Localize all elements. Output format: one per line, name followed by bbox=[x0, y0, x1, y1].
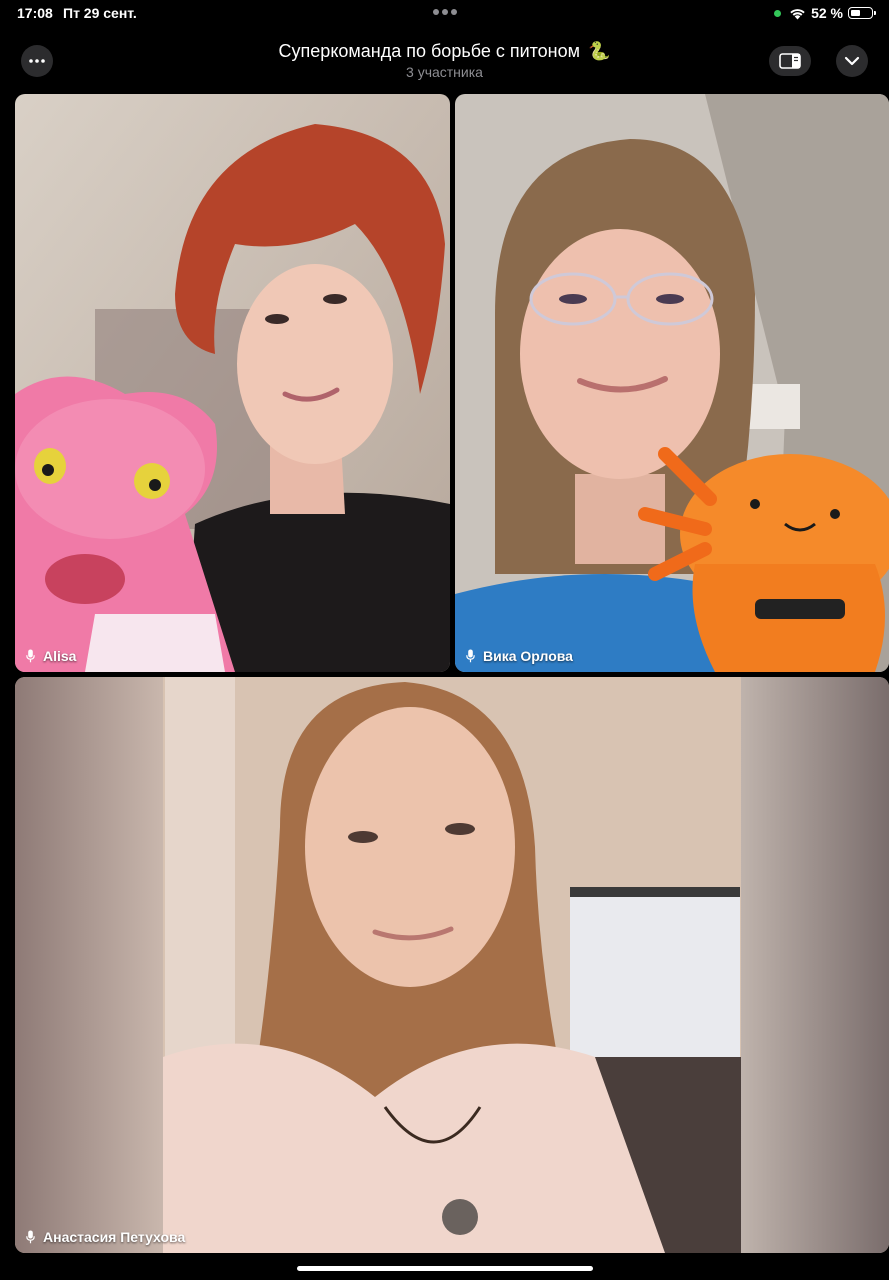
sidebar-layout-icon bbox=[779, 53, 801, 69]
microphone-icon bbox=[466, 649, 475, 663]
participant-video bbox=[15, 677, 889, 1253]
participant-count: 3 участника bbox=[406, 64, 483, 80]
snake-emoji: 🐍 bbox=[588, 41, 611, 61]
participant-video bbox=[15, 94, 450, 672]
participant-video bbox=[455, 94, 889, 672]
microphone-icon bbox=[26, 1230, 35, 1244]
participant-label: Alisa bbox=[26, 648, 76, 664]
call-title: Суперкоманда по борьбе с питоном 🐍 bbox=[0, 41, 889, 62]
battery-percent: 52 % bbox=[811, 5, 843, 21]
participant-name: Анастасия Петухова bbox=[43, 1229, 186, 1245]
participant-label: Вика Орлова bbox=[466, 648, 573, 664]
chevron-down-icon bbox=[844, 56, 860, 66]
video-tile-alisa[interactable]: Alisa bbox=[15, 94, 450, 672]
camera-in-use-indicator bbox=[774, 9, 782, 17]
status-time: 17:08 bbox=[17, 5, 53, 21]
participant-name: Вика Орлова bbox=[483, 648, 573, 664]
collapse-call-button[interactable] bbox=[836, 45, 868, 77]
battery-icon bbox=[848, 7, 876, 19]
status-bar: 17:08 Пт 29 сент. 52 % bbox=[0, 0, 889, 26]
microphone-icon bbox=[26, 649, 35, 663]
video-tile-anastasia-petukhova[interactable]: Анастасия Петухова bbox=[15, 677, 889, 1253]
wifi-icon bbox=[790, 8, 805, 19]
status-date: Пт 29 сент. bbox=[63, 5, 137, 21]
layout-toggle-button[interactable] bbox=[769, 46, 811, 76]
participant-name: Alisa bbox=[43, 648, 77, 664]
home-indicator[interactable] bbox=[297, 1266, 593, 1271]
video-tile-vika-orlova[interactable]: Вика Орлова bbox=[455, 94, 889, 672]
participant-label: Анастасия Петухова bbox=[26, 1229, 185, 1245]
call-title-text: Суперкоманда по борьбе с питоном bbox=[278, 41, 581, 61]
multitasking-dots-icon[interactable] bbox=[433, 9, 457, 15]
